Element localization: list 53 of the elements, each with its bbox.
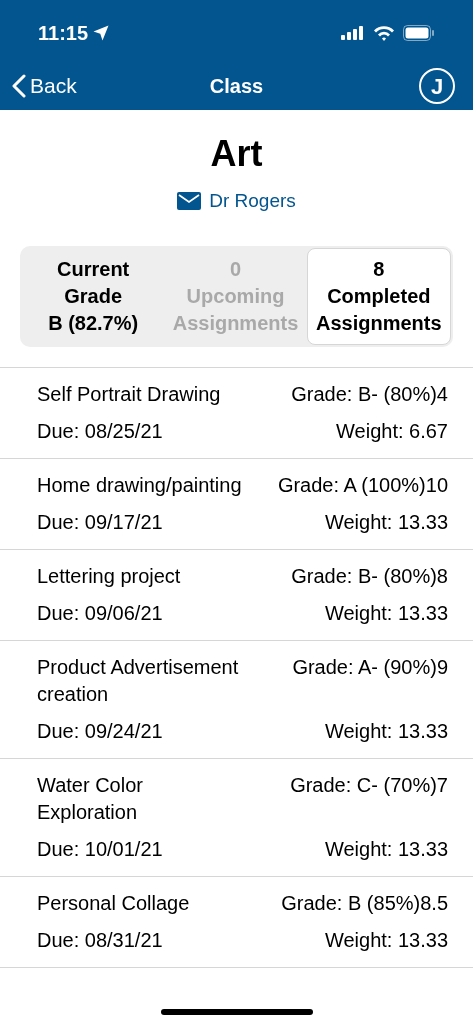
- assignment-weight: Weight: 13.33: [324, 927, 448, 953]
- due-date: Due: 09/17/21: [37, 509, 163, 535]
- assignment-title: Water Color Exploration: [37, 772, 144, 825]
- segment-label: Assignments: [316, 310, 442, 336]
- class-name: Art: [210, 132, 263, 176]
- assignment-grade: Grade: B (85%)8.5: [281, 890, 448, 916]
- due-date: Due: 09/06/21: [37, 600, 163, 626]
- assignment-grade: Grade: A (100%)10: [277, 472, 448, 498]
- assignment-grade: Grade: A- (90%)9: [292, 654, 448, 680]
- assignment-title: Personal Collage: [37, 890, 191, 916]
- envelope-icon: [177, 192, 202, 211]
- assignment-row[interactable]: Water Color Exploration Grade: C- (70%)7 Due: 10/01/21 Weight: 13.33: [0, 758, 473, 877]
- teacher-link[interactable]: Dr Rogers: [177, 187, 296, 216]
- assignment-weight: Weight: 6.67: [336, 418, 448, 444]
- assignment-grade: Grade: B- (80%)4: [291, 381, 448, 407]
- chevron-left-icon: [12, 74, 26, 98]
- assignment-weight: Weight: 13.33: [324, 509, 448, 535]
- assignment-title: Self Portrait Drawing: [37, 381, 222, 407]
- segment-label: Completed: [327, 283, 431, 309]
- status-time: 11:15: [38, 21, 89, 46]
- assignment-row[interactable]: Product Advertisement creation Grade: A- (90%)9 Due: 09/24/21 Weight: 13.33: [0, 640, 473, 759]
- assignment-weight: Weight: 13.33: [324, 836, 448, 862]
- assignment-weight: Weight: 13.33: [324, 718, 448, 744]
- assignment-weight: Weight: 13.33: [324, 600, 448, 626]
- wifi-icon: [373, 25, 395, 41]
- location-arrow-icon: [92, 24, 111, 42]
- assignment-row[interactable]: Personal Collage Grade: B (85%)8.5 Due: 08/31/21 Weight: 13.33: [0, 876, 473, 968]
- due-date: Due: 09/24/21: [37, 718, 163, 744]
- nav-title: Class: [209, 74, 264, 99]
- assignment-grade: Grade: C- (70%)7: [290, 772, 448, 798]
- assignment-title: Home drawing/painting: [37, 472, 243, 498]
- segment-label: B (82.7%): [48, 310, 139, 336]
- segment-tab[interactable]: 8 Completed Assignments: [306, 247, 451, 345]
- segment-label: Upcoming: [186, 283, 285, 309]
- assignment-title: Lettering project: [37, 563, 182, 589]
- back-button[interactable]: Back: [12, 70, 77, 102]
- signal-icon: [341, 26, 365, 40]
- due-date: Due: 08/25/21: [37, 418, 163, 444]
- avatar-button[interactable]: J: [419, 68, 455, 104]
- assignment-row[interactable]: Lettering project Grade: B- (80%)8 Due: 09/06/21 Weight: 13.33: [0, 549, 473, 641]
- assignment-row[interactable]: Self Portrait Drawing Grade: B- (80%)4 Due: 08/25/21 Weight: 6.67: [0, 367, 473, 459]
- assignment-row[interactable]: Home drawing/painting Grade: A (100%)10 Due: 09/17/21 Weight: 13.33: [0, 458, 473, 550]
- battery-icon: [403, 25, 435, 41]
- due-date: Due: 08/31/21: [37, 927, 163, 953]
- segment-label: 8: [373, 256, 385, 282]
- segment-label: 0: [229, 256, 242, 282]
- segment-label: Assignments: [172, 310, 299, 336]
- segment-label: Grade: [64, 283, 123, 309]
- assignment-grade: Grade: B- (80%)8: [291, 563, 448, 589]
- segment-tab[interactable]: Current Grade B (82.7%): [22, 247, 165, 345]
- segment-label: Current: [57, 256, 130, 282]
- assignment-title: Product Advertisement creation: [37, 654, 240, 707]
- due-date: Due: 10/01/21: [37, 836, 163, 862]
